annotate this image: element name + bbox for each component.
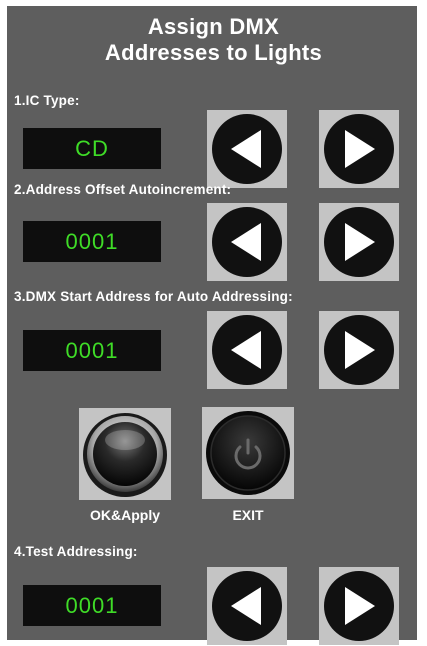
test-addressing-next-button[interactable] [319,567,399,645]
test-addressing-display: 0001 [23,585,161,626]
right-arrow-icon [324,315,394,385]
start-address-label: 3.DMX Start Address for Auto Addressing: [14,289,293,304]
exit-button[interactable] [202,407,294,499]
offset-next-button[interactable] [319,203,399,281]
ok-apply-button[interactable] [79,408,171,500]
offset-display: 0001 [23,221,161,262]
start-address-next-button[interactable] [319,311,399,389]
title-line-2: Addresses to Lights [104,40,323,65]
right-arrow-icon [324,207,394,277]
right-arrow-icon [324,114,394,184]
glossy-button-icon [83,413,167,497]
ic-type-display: CD [23,128,161,169]
ic-type-next-button[interactable] [319,110,399,188]
test-addressing-label: 4.Test Addressing: [14,544,138,559]
start-address-prev-button[interactable] [207,311,287,389]
exit-label: EXIT [232,507,264,523]
left-arrow-icon [212,114,282,184]
right-arrow-icon [324,571,394,641]
power-icon [206,411,290,495]
ic-type-label: 1.IC Type: [14,93,80,108]
start-address-display: 0001 [23,330,161,371]
title-line-1: Assign DMX [147,14,280,39]
offset-prev-button[interactable] [207,203,287,281]
ic-type-prev-button[interactable] [207,110,287,188]
test-addressing-prev-button[interactable] [207,567,287,645]
left-arrow-icon [212,207,282,277]
dialog-title: Assign DMX Addresses to Lights [0,14,427,66]
offset-label: 2.Address Offset Autoincrement: [14,182,232,197]
ok-apply-label: OK&Apply [90,507,160,523]
left-arrow-icon [212,315,282,385]
left-arrow-icon [212,571,282,641]
